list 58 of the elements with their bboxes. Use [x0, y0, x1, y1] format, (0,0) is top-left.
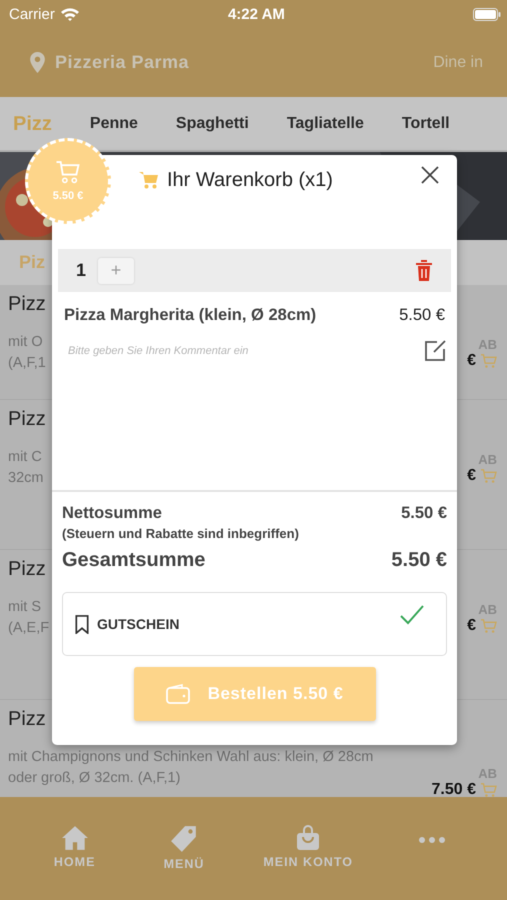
category-tab[interactable]: Tortell	[402, 114, 450, 132]
restaurant-name[interactable]: Pizzeria Parma	[55, 52, 424, 73]
category-tab[interactable]: Spaghetti	[176, 114, 249, 132]
item-price: 5.50 €	[399, 306, 445, 325]
cart-icon[interactable]	[480, 618, 497, 634]
dialog-title: Ihr Warenkorb (x1)	[167, 168, 334, 192]
nav-tab[interactable]: MEIN KONTO	[263, 825, 353, 869]
product-price: 7.50 €	[432, 781, 476, 797]
net-total-value: 5.50 €	[401, 504, 447, 523]
grand-total-label: Gesamtsumme	[62, 549, 206, 572]
increase-button[interactable]: +	[98, 258, 134, 284]
carrier-label: Carrier	[9, 6, 55, 22]
net-total-label: Nettosumme	[62, 504, 162, 523]
product-price: €	[467, 467, 476, 485]
product-title: Pizz	[8, 293, 46, 316]
product-title: Pizz	[8, 408, 46, 431]
wallet-icon	[166, 684, 190, 704]
product-title: Pizz	[8, 558, 47, 581]
order-button[interactable]: Bestellen 5.50 €	[134, 667, 376, 721]
status-time: 4:22 AM	[226, 6, 286, 22]
cart-icon[interactable]	[480, 354, 497, 368]
category-tab[interactable]: Penne	[90, 114, 138, 132]
trash-icon[interactable]	[415, 260, 433, 282]
product-description: mit S	[8, 598, 42, 617]
product-price: €	[467, 352, 476, 370]
shopping-bag-icon	[295, 825, 322, 851]
product-description: mit Champignons und Schinken Wahl aus: klein, Ø 28cm	[8, 748, 374, 767]
grand-total-value: 5.50 €	[391, 549, 447, 572]
home-icon	[60, 825, 89, 851]
tax-note: (Steuern und Rabatte sind inbegriffen)	[62, 526, 300, 541]
product-description: (A,F,1	[8, 354, 46, 373]
nav-tab[interactable]: MENÜ	[154, 825, 214, 871]
bookmark-icon	[75, 614, 89, 634]
product-description: 32cm	[8, 469, 44, 488]
category-tab[interactable]: Tagliatelle	[286, 114, 364, 132]
dine-in-link[interactable]: Dine in	[433, 54, 483, 72]
cart-icon	[139, 171, 159, 189]
nav-tab[interactable]: HOME	[44, 825, 105, 869]
product-description: (A,E,F	[8, 619, 50, 638]
product-price: €	[467, 617, 476, 635]
close-icon[interactable]	[421, 166, 439, 184]
battery-icon	[473, 8, 501, 20]
more-icon	[419, 837, 446, 843]
location-pin-icon	[30, 52, 45, 73]
cart-icon[interactable]	[480, 468, 497, 484]
item-name: Pizza Margherita (klein, Ø 28cm)	[64, 306, 316, 325]
product-description: mit C	[8, 448, 43, 467]
cart-icon	[55, 160, 81, 184]
cart-icon[interactable]	[480, 782, 497, 797]
product-description: mit O	[8, 333, 44, 352]
quantity-value: 1	[76, 260, 86, 281]
wifi-icon	[60, 7, 80, 21]
tag-icon	[170, 825, 198, 853]
edit-icon[interactable]	[423, 339, 447, 363]
voucher-button[interactable]: GUTSCHEIN	[62, 592, 447, 656]
product-title: Pizz	[8, 708, 47, 731]
product-description: oder groß, Ø 32cm. (A,F,1)	[8, 769, 182, 788]
category-tab[interactable]: Pizz	[13, 114, 52, 134]
